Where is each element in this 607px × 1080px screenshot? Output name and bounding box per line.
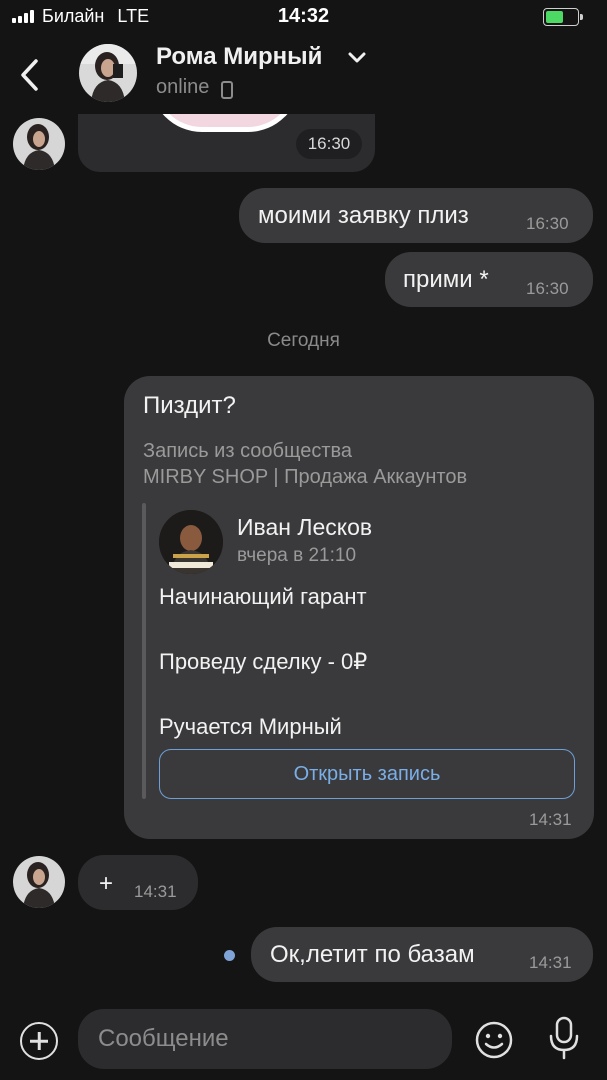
- microphone-icon[interactable]: [546, 1016, 582, 1060]
- message-input[interactable]: [78, 1009, 452, 1069]
- contact-avatar[interactable]: [79, 44, 137, 102]
- post-source-label: Запись из сообщества: [143, 440, 353, 462]
- post-text-line: Начинающий гарант: [159, 584, 367, 609]
- status-bar: Билайн LTE 14:32: [0, 0, 607, 34]
- smiley-icon[interactable]: [474, 1020, 514, 1060]
- message-image[interactable]: [150, 114, 300, 132]
- message-text: моими заявку плиз: [258, 202, 469, 229]
- contact-name[interactable]: Рома Мирный: [156, 43, 322, 71]
- message-text: +: [99, 870, 114, 897]
- post-author-avatar[interactable]: [159, 510, 223, 574]
- unread-indicator: [224, 950, 235, 961]
- plus-circle-icon[interactable]: [20, 1022, 58, 1060]
- battery-icon: [543, 8, 583, 26]
- message-time: 14:31: [134, 882, 177, 901]
- message-text: прими *: [403, 266, 489, 293]
- post-author-name[interactable]: Иван Лесков: [237, 514, 372, 541]
- quote-bar: [142, 503, 146, 799]
- sender-avatar[interactable]: [13, 856, 65, 908]
- message-time: 16:30: [296, 129, 362, 159]
- message-input-bar: [0, 996, 607, 1080]
- presence-status: online: [156, 76, 210, 98]
- status-time: 14:32: [277, 5, 330, 27]
- post-text-line: Ручается Мирный: [159, 714, 342, 739]
- message-time: 14:31: [529, 810, 572, 829]
- message-text: Ок,летит по базам: [270, 941, 475, 968]
- message-time: 16:30: [526, 214, 569, 233]
- message-text: Пиздит?: [143, 392, 236, 419]
- sender-avatar[interactable]: [13, 118, 65, 170]
- post-text-line: Проведу сделку - 0₽: [159, 649, 368, 674]
- chat-header: Рома Мирный online: [0, 34, 607, 114]
- chevron-left-icon[interactable]: [16, 58, 44, 92]
- battery-level: [546, 11, 563, 23]
- open-post-button[interactable]: Открыть запись: [159, 749, 575, 799]
- message-time: 16:30: [526, 279, 569, 298]
- post-date: вчера в 21:10: [237, 545, 357, 566]
- message-time: 14:31: [529, 953, 572, 972]
- post-source-name[interactable]: MIRBY SHOP | Продажа Аккаунтов: [143, 466, 467, 489]
- date-separator: Сегодня: [267, 330, 340, 351]
- mobile-phone-icon: [221, 81, 233, 99]
- chevron-down-icon[interactable]: [348, 52, 366, 64]
